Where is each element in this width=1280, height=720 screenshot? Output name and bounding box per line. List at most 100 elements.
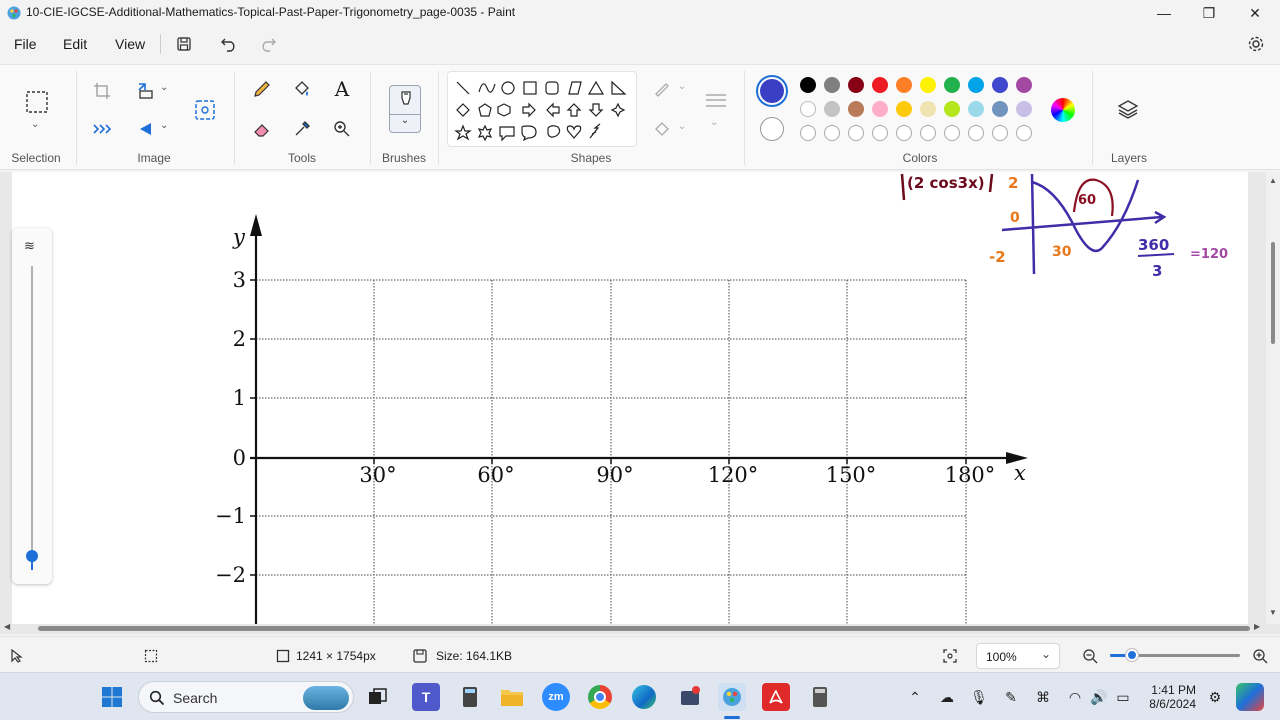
horizontal-scrollbar[interactable]: ◀ ▶: [4, 622, 1260, 634]
zoom-slider-thumb[interactable]: [1126, 649, 1138, 661]
rotate-chevron-down-icon[interactable]: ⌄: [160, 120, 168, 131]
onedrive-cloud-icon[interactable]: ☁: [938, 688, 956, 706]
drawing-canvas[interactable]: y x 3 2 1 0 −1 −2 30° 60° 90° 120° 150° …: [12, 172, 1248, 624]
menu-edit[interactable]: Edit: [63, 36, 87, 52]
color-swatch[interactable]: [800, 101, 816, 117]
color-swatch[interactable]: [920, 101, 936, 117]
shape-up-arrow-icon[interactable]: [566, 103, 582, 117]
selection-chevron-down-icon[interactable]: ⌄: [31, 119, 39, 130]
shape-left-arrow-icon[interactable]: [546, 102, 560, 118]
color-swatch[interactable]: [872, 101, 888, 117]
clock[interactable]: 1:41 PM 8/6/2024: [1148, 683, 1196, 711]
brushes-chevron-down-icon[interactable]: ⌄: [390, 114, 420, 126]
custom-color-slot[interactable]: [992, 125, 1008, 141]
volume-icon[interactable]: 🔊: [1090, 688, 1108, 706]
shape-rounded-rectangle-icon[interactable]: [545, 81, 559, 95]
shape-heart-icon[interactable]: [566, 125, 582, 139]
layers-icon[interactable]: [1116, 97, 1140, 121]
shape-polygon-icon[interactable]: [568, 81, 582, 95]
microphone-icon[interactable]: 🎙: [970, 688, 988, 706]
shape-curve-icon[interactable]: [478, 83, 496, 93]
recorder-app-icon[interactable]: [676, 683, 704, 711]
edge-browser-icon[interactable]: [630, 683, 658, 711]
shape-down-arrow-icon[interactable]: [588, 103, 604, 117]
color-swatch[interactable]: [800, 77, 816, 93]
scroll-down-arrow-icon[interactable]: ▼: [1269, 608, 1277, 617]
undo-icon[interactable]: [218, 34, 240, 54]
shape-outline-icon[interactable]: [650, 77, 674, 101]
color-swatch[interactable]: [872, 77, 888, 93]
zoom-slider-track[interactable]: [31, 266, 33, 556]
save-icon[interactable]: [173, 34, 195, 54]
color-swatch[interactable]: [920, 77, 936, 93]
battery-icon[interactable]: ▭: [1114, 688, 1132, 706]
teams-app-icon[interactable]: T: [412, 683, 440, 711]
shape-size-icon[interactable]: [702, 89, 730, 113]
custom-color-slot[interactable]: [848, 125, 864, 141]
custom-color-slot[interactable]: [944, 125, 960, 141]
chrome-browser-icon[interactable]: [586, 683, 614, 711]
shape-rectangle-icon[interactable]: [523, 81, 537, 95]
custom-color-slot[interactable]: [824, 125, 840, 141]
select-rectangle-icon[interactable]: [24, 89, 50, 115]
shape-line-icon[interactable]: [456, 81, 470, 95]
color-swatch[interactable]: [944, 77, 960, 93]
shape-oval-callout-icon[interactable]: [521, 125, 537, 142]
custom-color-slot[interactable]: [800, 125, 816, 141]
brushes-button[interactable]: ⌄: [389, 85, 421, 133]
text-tool-icon[interactable]: A: [330, 77, 354, 101]
magnifier-icon[interactable]: [330, 117, 354, 141]
resize-icon[interactable]: [134, 79, 158, 103]
outline-chevron-down-icon[interactable]: ⌄: [678, 81, 686, 92]
resize-chevron-down-icon[interactable]: ⌄: [160, 82, 168, 93]
shape-oval-icon[interactable]: [501, 81, 515, 95]
pencil-icon[interactable]: [250, 77, 274, 101]
close-button[interactable]: ✕: [1232, 0, 1278, 26]
rotate-flip-icon[interactable]: [134, 117, 158, 141]
zoom-level-dropdown[interactable]: 100% ⌄: [976, 643, 1060, 669]
minimize-button[interactable]: —: [1141, 0, 1187, 26]
calculator-app-icon-2[interactable]: [806, 683, 834, 711]
custom-color-slot[interactable]: [920, 125, 936, 141]
shape-diamond-icon[interactable]: [456, 103, 470, 117]
crop-icon[interactable]: [90, 79, 114, 103]
scroll-left-arrow-icon[interactable]: ◀: [4, 622, 10, 631]
edit-colors-icon[interactable]: [1051, 98, 1075, 122]
color-swatch[interactable]: [824, 77, 840, 93]
vertical-scroll-thumb[interactable]: [1271, 242, 1275, 344]
scroll-right-arrow-icon[interactable]: ▶: [1254, 622, 1260, 631]
shape-cloud-callout-icon[interactable]: [547, 125, 561, 138]
custom-color-slot[interactable]: [968, 125, 984, 141]
color-swatch[interactable]: [824, 101, 840, 117]
color-swatch[interactable]: [968, 101, 984, 117]
shape-pentagon-icon[interactable]: [478, 103, 492, 117]
menu-file[interactable]: File: [14, 36, 37, 52]
color-picker-icon[interactable]: [290, 117, 314, 141]
shape-right-arrow-icon[interactable]: [522, 102, 536, 118]
shape-lightning-icon[interactable]: [589, 123, 601, 139]
menu-view[interactable]: View: [115, 36, 145, 52]
acrobat-app-icon[interactable]: [762, 683, 790, 711]
pen-icon[interactable]: ✎: [1002, 688, 1020, 706]
calculator-app-icon[interactable]: [456, 683, 484, 711]
copilot-icon[interactable]: [1236, 683, 1264, 711]
color-swatch[interactable]: [992, 77, 1008, 93]
notification-bell-icon[interactable]: ⚙: [1206, 688, 1224, 706]
custom-color-slot[interactable]: [1016, 125, 1032, 141]
color-swatch[interactable]: [944, 101, 960, 117]
zoom-app-icon[interactable]: zm: [542, 683, 570, 711]
color-swatch[interactable]: [896, 77, 912, 93]
color-swatch[interactable]: [848, 101, 864, 117]
color-swatch[interactable]: [968, 77, 984, 93]
fill-chevron-down-icon[interactable]: ⌄: [678, 121, 686, 132]
shape-rect-callout-icon[interactable]: [499, 126, 515, 142]
shape-five-point-star-icon[interactable]: [454, 124, 472, 141]
shape-fill-icon[interactable]: [650, 117, 674, 141]
shape-hexagon-icon[interactable]: [497, 103, 511, 117]
eraser-icon[interactable]: [250, 117, 274, 141]
horizontal-scroll-thumb[interactable]: [38, 626, 1250, 631]
color-swatch[interactable]: [896, 101, 912, 117]
select-transparent-icon[interactable]: [90, 117, 114, 141]
redo-icon[interactable]: [257, 34, 279, 54]
taskbar-search-box[interactable]: Search: [138, 681, 354, 713]
